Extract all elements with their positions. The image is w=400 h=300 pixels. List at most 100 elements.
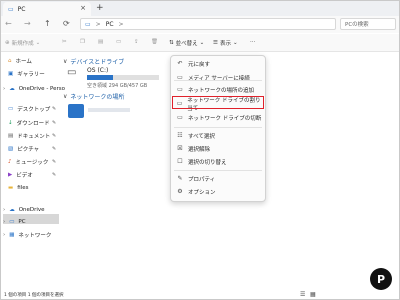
sidebar-item-folder[interactable]: ▬ files <box>8 183 28 193</box>
drive-free-space: 空き領域 294 GB/457 GB <box>87 83 148 89</box>
sidebar-item-music[interactable]: ♪ ミュージック <box>8 157 48 167</box>
chevron-right-icon[interactable]: › <box>3 207 5 213</box>
highlight-box <box>172 96 264 109</box>
sidebar-item-cloud[interactable]: › ☁ OneDrive - Perso <box>3 84 65 94</box>
more-options-button[interactable]: ··· <box>250 39 255 45</box>
menu-item-disconnect-network-drive[interactable]: ▭ ネットワーク ドライブの切断 <box>172 112 264 123</box>
cloud-icon: ☁ <box>9 207 15 213</box>
share-icon[interactable]: ⇪ <box>134 39 139 45</box>
properties-icon: ✎ <box>177 175 183 182</box>
back-button[interactable]: ← <box>5 18 12 30</box>
chevron-down-icon: ⌄ <box>232 40 238 46</box>
refresh-button[interactable]: ⟳ <box>63 18 70 30</box>
sort-button[interactable]: ⇅ 並べ替え ⌄ <box>169 39 204 47</box>
sidebar-item-label: ホーム <box>15 59 32 65</box>
rename-icon[interactable]: ▭ <box>116 39 121 45</box>
sidebar-item-label: ミュージック <box>15 160 49 166</box>
chevron-right-icon[interactable]: › <box>3 86 5 92</box>
select-none-icon: ☒ <box>177 145 183 152</box>
new-button[interactable]: ⊕ 新規作成 ⌄ <box>5 39 40 47</box>
cloud-icon: ☁ <box>9 86 15 92</box>
chevron-down-icon: ∨ <box>63 58 68 65</box>
sidebar-item-gallery[interactable]: ▣ ギャラリー <box>8 69 45 79</box>
menu-item-label: すべて選択 <box>188 133 215 140</box>
download-icon: ↓ <box>8 120 13 126</box>
devices-header-label: デバイスとドライブ <box>70 59 125 66</box>
sidebar-item-video[interactable]: ▶ ビデオ <box>8 170 33 180</box>
chevron-down-icon: ⌄ <box>199 40 205 46</box>
cut-icon[interactable]: ✂ <box>62 39 67 45</box>
home-icon: ⌂ <box>8 58 12 64</box>
delete-icon[interactable]: 🗑 <box>151 39 158 45</box>
sidebar-item-label: OneDrive - Perso <box>18 86 66 92</box>
breadcrumb-pc[interactable]: PC <box>106 21 114 28</box>
sidebar-item-network[interactable]: › ▦ ネットワーク <box>3 230 51 240</box>
sidebar-item-pc[interactable]: › ▭ PC <box>3 217 26 227</box>
devices-section-header[interactable]: ∨ デバイスとドライブ <box>63 57 124 66</box>
chevron-down-icon: ⌄ <box>35 40 41 46</box>
pc-icon: ▭ <box>9 219 15 225</box>
menu-separator <box>174 170 262 171</box>
view-icon: ☰ <box>213 40 218 46</box>
close-tab-icon[interactable]: × <box>80 4 86 12</box>
sidebar-item-document[interactable]: ▤ ドキュメント <box>8 131 50 141</box>
drive-name[interactable]: OS (C:) <box>87 67 108 74</box>
menu-item-select-all[interactable]: ☷ すべて選択 <box>172 130 264 141</box>
menu-item-select-none[interactable]: ☒ 選択解除 <box>172 143 264 154</box>
pin-icon: ✎ <box>52 106 57 112</box>
sidebar-item-label: ギャラリー <box>17 72 45 78</box>
network-location-icon[interactable] <box>68 104 84 118</box>
menu-item-properties[interactable]: ✎ プロパティ <box>172 173 264 184</box>
pin-icon: ✎ <box>52 133 57 139</box>
sidebar-item-label: ダウンロード <box>16 121 50 127</box>
pin-icon: ✎ <box>52 172 57 178</box>
network-header-label: ネットワークの場所 <box>70 94 125 101</box>
folder-icon: ▬ <box>8 185 14 191</box>
document-icon: ▤ <box>8 133 14 139</box>
network-section-header[interactable]: ∨ ネットワークの場所 <box>63 92 124 101</box>
sidebar-item-pictures[interactable]: ▧ ピクチャ <box>8 144 39 154</box>
video-icon: ▶ <box>8 172 13 178</box>
tiles-view-icon[interactable]: ▦ <box>310 291 316 298</box>
menu-item-undo[interactable]: ↶ 元に戻す <box>172 58 264 69</box>
chevron-down-icon: ∨ <box>63 93 68 100</box>
network-location-label[interactable] <box>88 108 130 112</box>
details-view-icon[interactable]: ☰ <box>300 291 305 298</box>
drive-icon: ▭ <box>67 67 77 78</box>
gallery-icon: ▣ <box>8 71 14 77</box>
menu-item-label: ネットワークの場所の追加 <box>188 87 255 94</box>
address-bar[interactable]: ▭ > PC > <box>80 18 336 30</box>
chevron-right-icon[interactable]: › <box>3 219 5 225</box>
chevron-right-icon[interactable]: › <box>3 232 5 238</box>
new-tab-button[interactable]: + <box>96 3 104 13</box>
sidebar-item-cloud[interactable]: › ☁ OneDrive <box>3 205 45 215</box>
menu-item-label: 選択の切り替え <box>188 159 227 166</box>
menu-item-label: ネットワーク ドライブの切断 <box>188 115 262 122</box>
disconnect-network-drive-icon: ▭ <box>177 114 183 121</box>
paste-icon[interactable]: ▤ <box>98 39 103 45</box>
sidebar-item-label: OneDrive <box>18 207 45 213</box>
tab-pc[interactable]: ▭ PC × <box>3 2 91 16</box>
menu-item-media-server[interactable]: ▭ メディア サーバーに接続 <box>172 72 264 83</box>
drive-item[interactable]: ▭ <box>67 67 83 79</box>
sidebar-item-home[interactable]: ⌂ ホーム <box>8 56 32 66</box>
network-icon: ▦ <box>9 232 15 238</box>
drive-usage-fill <box>87 75 113 80</box>
search-input[interactable]: PCの検索 <box>340 18 396 30</box>
undo-icon: ↶ <box>177 60 183 67</box>
music-icon: ♪ <box>8 159 12 165</box>
sidebar-item-download[interactable]: ↓ ダウンロード <box>8 118 50 128</box>
sort-icon: ⇅ <box>169 40 174 46</box>
menu-item-invert-selection[interactable]: ☐ 選択の切り替え <box>172 156 264 167</box>
view-button[interactable]: ☰ 表示 ⌄ <box>213 39 238 47</box>
menu-item-add-network-location[interactable]: ▭ ネットワークの場所の追加 <box>172 84 264 95</box>
forward-button[interactable]: → <box>24 18 31 30</box>
sidebar-item-label: PC <box>18 219 26 225</box>
invert-selection-icon: ☐ <box>177 158 183 165</box>
sidebar-item-desktop[interactable]: ▭ デスクトップ <box>8 104 50 114</box>
menu-item-label: 元に戻す <box>188 61 211 68</box>
up-button[interactable]: ↑ <box>44 18 51 30</box>
sidebar-item-label: ビデオ <box>16 173 33 179</box>
menu-item-options[interactable]: ⚙ オプション <box>172 186 264 197</box>
copy-icon[interactable]: ❐ <box>80 39 85 45</box>
